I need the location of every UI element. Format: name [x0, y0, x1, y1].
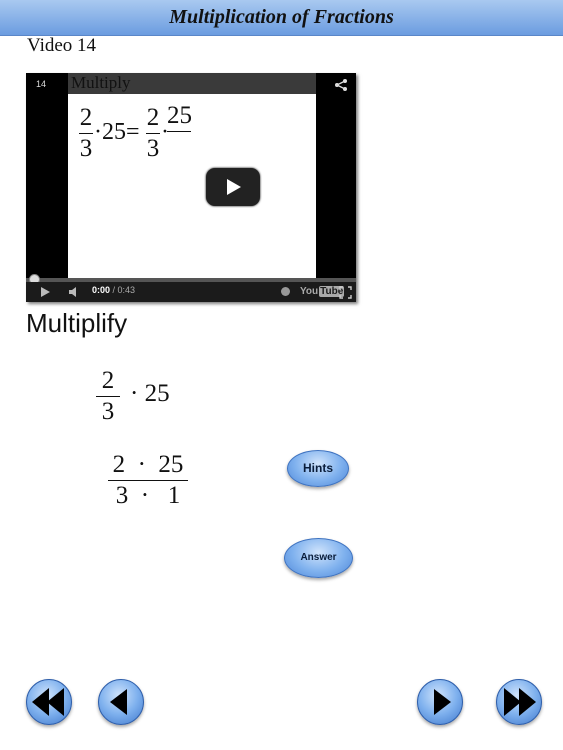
step1-fraction: 2 3 [96, 368, 120, 425]
play-icon [227, 179, 241, 195]
time-total: / 0:43 [110, 285, 136, 295]
step2-numerator: 2 · 25 [112, 451, 184, 478]
frame-fraction-left: 2 3 [79, 105, 93, 162]
last-page-button[interactable] [496, 679, 542, 725]
share-icon[interactable] [334, 78, 348, 92]
answer-button[interactable]: Answer [284, 538, 353, 578]
youtube-logo-you: You [300, 286, 319, 297]
step2-denominator: 3 · 1 [115, 482, 181, 509]
first-page-icon [32, 688, 64, 716]
title-bar: Multiplication of Fractions [0, 0, 563, 36]
video-player[interactable]: 14 Multiply 2 3 ·25= 2 3 · 25 0:00 / 0:4… [26, 73, 356, 302]
control-bar: 0:00 / 0:43 You Tube [26, 282, 356, 302]
problem-heading: Multiplify [26, 308, 128, 338]
next-page-button[interactable] [417, 679, 463, 725]
fullscreen-icon[interactable] [339, 286, 352, 299]
frame-fraction-partial-num: 25 [167, 102, 192, 129]
frame-fraction-left-num: 2 [79, 104, 93, 131]
previous-page-button[interactable] [98, 679, 144, 725]
fraction-bar [96, 396, 120, 397]
step1-multiplier: · 25 [130, 380, 170, 407]
play-button[interactable] [206, 168, 260, 206]
video-number: 14 [36, 79, 47, 89]
fraction-bar [167, 131, 191, 132]
frame-fraction-left-den: 3 [79, 135, 93, 162]
frame-fraction-right-den: 3 [146, 135, 160, 162]
fraction-bar [146, 133, 160, 134]
youtube-logo[interactable]: You Tube [300, 286, 345, 297]
page-title: Multiplication of Fractions [169, 6, 394, 28]
first-page-button[interactable] [26, 679, 72, 725]
volume-icon[interactable] [68, 286, 80, 298]
time-display: 0:00 / 0:43 [92, 285, 135, 295]
previous-page-icon [110, 689, 127, 715]
frame-times-value: ·25= [94, 119, 140, 145]
last-page-icon [504, 688, 536, 716]
video-label: Video 14 [27, 35, 97, 56]
play-icon[interactable] [41, 287, 50, 297]
time-current: 0:00 [92, 285, 111, 295]
info-icon[interactable] [281, 287, 290, 296]
step1-numerator: 2 [101, 367, 115, 394]
frame-fraction-partial: 25 [167, 102, 192, 134]
fraction-bar [79, 133, 93, 134]
frame-fraction-right-num: 2 [146, 104, 160, 131]
frame-title: Multiply [71, 73, 131, 92]
frame-fraction-right: 2 3 [146, 105, 160, 162]
video-frame[interactable]: Multiply 2 3 ·25= 2 3 · 25 [68, 73, 316, 278]
step1-denominator: 3 [101, 398, 115, 425]
step2-fraction: 2 · 25 3 · 1 [108, 452, 188, 509]
hints-button[interactable]: Hints [287, 450, 349, 487]
fraction-bar [108, 480, 188, 481]
next-page-icon [434, 689, 451, 715]
